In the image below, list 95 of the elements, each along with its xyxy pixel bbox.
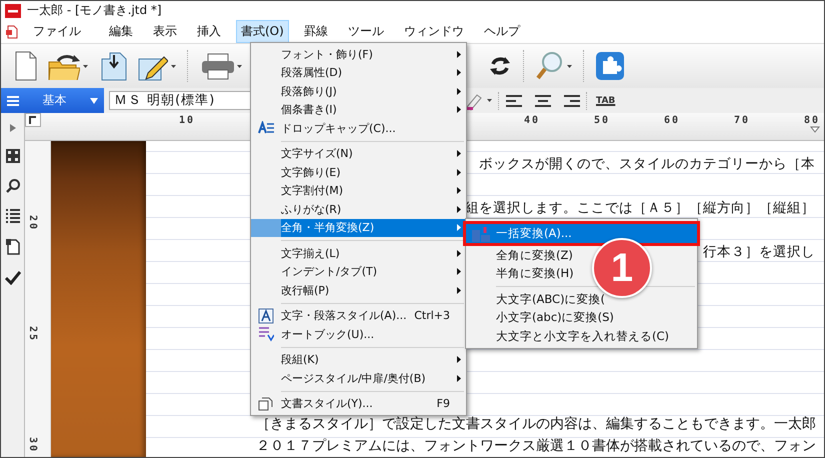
list-icon[interactable] bbox=[6, 209, 20, 223]
caret-icon[interactable] bbox=[237, 64, 242, 68]
search-icon[interactable] bbox=[6, 179, 20, 193]
align-left-icon[interactable] bbox=[506, 94, 524, 108]
menu-item[interactable]: 文字飾り(E) bbox=[251, 163, 466, 182]
caret-icon[interactable] bbox=[83, 64, 88, 68]
style-icon bbox=[258, 308, 274, 324]
document-text: 行本３］を選択し bbox=[703, 243, 815, 262]
menu-lines-icon bbox=[7, 96, 19, 106]
tab-type-icon[interactable] bbox=[25, 113, 41, 127]
ruler-number: 20 bbox=[26, 215, 38, 232]
caret-icon[interactable] bbox=[487, 99, 492, 102]
menu-item[interactable]: 表示 bbox=[148, 20, 182, 43]
printer-icon[interactable] bbox=[200, 51, 234, 81]
ruler-number: 70 bbox=[734, 115, 750, 126]
menu-item[interactable]: 全角・半角変換(Z) bbox=[251, 218, 466, 237]
menu-item[interactable]: ふりがな(R) bbox=[251, 200, 466, 218]
puzzle-icon[interactable] bbox=[596, 52, 624, 80]
menu-item[interactable]: 編集 bbox=[104, 20, 138, 43]
submenu-arrow-icon bbox=[457, 268, 461, 276]
submenu-arrow-icon bbox=[457, 374, 461, 382]
submenu-arrow-icon bbox=[457, 69, 461, 76]
document-menu-icon[interactable] bbox=[6, 24, 18, 38]
caret-icon[interactable] bbox=[567, 64, 572, 68]
check-icon[interactable] bbox=[4, 271, 20, 285]
document-text: ２０１７プレミアムには、フォントワークス厳選１０書体が搭載されているので、フォン bbox=[256, 437, 816, 456]
menu-item[interactable]: 文字サイズ(N) bbox=[251, 144, 466, 163]
font-field[interactable]: ＭＳ 明朝(標準) bbox=[109, 91, 251, 110]
menu-item[interactable]: 全角に変換(Z) bbox=[466, 246, 579, 264]
ruler-number: 10 bbox=[179, 115, 196, 126]
menu-item[interactable]: 小文字(abc)に変換(S) bbox=[466, 308, 620, 327]
ruler-number: 25 bbox=[26, 326, 38, 342]
menu-item[interactable]: 挿入 bbox=[192, 20, 226, 43]
menu-item[interactable]: 大文字と小文字を入れ替える(C) bbox=[466, 327, 676, 346]
menu-item[interactable]: フォント・飾り(F) bbox=[251, 45, 466, 64]
submenu-arrow-icon bbox=[457, 150, 461, 158]
menu-item[interactable]: ページスタイル/中扉/奥付(B) bbox=[251, 369, 466, 388]
submenu-arrow-icon bbox=[457, 356, 461, 364]
menu-item[interactable]: 半角に変換(H) bbox=[466, 264, 580, 283]
document-text: ボックスが開くので、スタイルのカテゴリーから［本 bbox=[479, 155, 815, 174]
document-icon[interactable] bbox=[6, 239, 20, 255]
menu-item[interactable]: 文字揃え(L) bbox=[251, 244, 466, 262]
submenu-arrow-icon bbox=[457, 224, 461, 232]
submenu-arrow-icon bbox=[457, 187, 461, 194]
document-text: ［きまるスタイル］で設定した文書スタイルの内容は、編集することもできます。一太郎 bbox=[256, 415, 816, 434]
menu-item[interactable]: 段落飾り(J) bbox=[251, 82, 466, 100]
submenu-arrow-icon bbox=[457, 88, 461, 95]
ruler-number: 80 bbox=[804, 115, 820, 126]
menu-item[interactable]: 書式(O) bbox=[236, 20, 289, 43]
align-right-icon[interactable] bbox=[562, 94, 580, 108]
menu-item[interactable]: 改行幅(P) bbox=[251, 281, 466, 300]
submenu-arrow-icon bbox=[457, 286, 461, 294]
menu-item[interactable]: 段組(K) bbox=[251, 350, 466, 369]
ruler-number: 50 bbox=[594, 115, 610, 126]
submenu-arrow-icon bbox=[457, 50, 461, 58]
shortcut-text: F9 bbox=[436, 397, 450, 410]
menu-item[interactable]: 文字割付(M) bbox=[251, 182, 466, 200]
new-document-icon[interactable] bbox=[14, 51, 38, 81]
menu-item[interactable]: ドロップキャップ(C)... bbox=[251, 119, 466, 138]
drop-cap-icon bbox=[258, 121, 274, 136]
folder-arrow-icon[interactable] bbox=[48, 52, 80, 80]
submenu-arrow-icon bbox=[457, 206, 461, 213]
menu-item[interactable]: 文字・段落スタイル(A)... Ctrl+3 bbox=[251, 306, 466, 325]
shortcut-text: Ctrl+3 bbox=[414, 309, 450, 322]
submenu-arrow-icon bbox=[457, 168, 461, 176]
menu-item[interactable]: オートブック(U)... bbox=[251, 325, 466, 344]
menu-item[interactable]: 一括変換(A)... bbox=[463, 221, 700, 246]
ruler-number: 40 bbox=[524, 115, 540, 126]
menu-item[interactable]: 個条書き(I) bbox=[251, 100, 466, 119]
submenu-arrow-icon bbox=[457, 106, 461, 114]
list-arrow-icon bbox=[258, 326, 274, 342]
menu-item[interactable]: ウィンドウ bbox=[398, 20, 469, 43]
expand-arrow-icon[interactable] bbox=[8, 123, 16, 133]
menu-item[interactable]: ヘルプ bbox=[478, 20, 525, 43]
align-center-icon[interactable] bbox=[534, 94, 552, 108]
tab-button[interactable]: TAB bbox=[594, 96, 618, 106]
pages-icon bbox=[258, 396, 274, 411]
submenu-arrow-icon bbox=[457, 250, 461, 257]
download-document-icon[interactable] bbox=[99, 51, 127, 81]
caret-icon[interactable] bbox=[90, 98, 98, 104]
ruler-number: 60 bbox=[664, 115, 680, 126]
menu-item[interactable]: ツール bbox=[342, 20, 389, 43]
style-dropdown[interactable]: 基本 bbox=[1, 88, 104, 113]
app-logo-icon bbox=[5, 4, 21, 18]
window-title: 一太郎 - [モノ書き.jtd *] bbox=[27, 2, 162, 19]
menu-item[interactable]: 罫線 bbox=[298, 20, 333, 43]
indent-marker-icon[interactable] bbox=[810, 126, 820, 133]
convert-icon bbox=[472, 226, 490, 242]
ruler-number: 30 bbox=[26, 437, 38, 454]
menu-item[interactable]: 段落属性(D) bbox=[251, 64, 466, 82]
menu-item[interactable]: ファイル bbox=[28, 20, 86, 43]
grid-icon[interactable] bbox=[6, 149, 20, 163]
menu-item[interactable]: 文書スタイル(Y)... F9 bbox=[251, 394, 466, 413]
menu-item[interactable]: インデント/タブ(T) bbox=[251, 262, 466, 281]
caret-icon[interactable] bbox=[171, 64, 176, 68]
